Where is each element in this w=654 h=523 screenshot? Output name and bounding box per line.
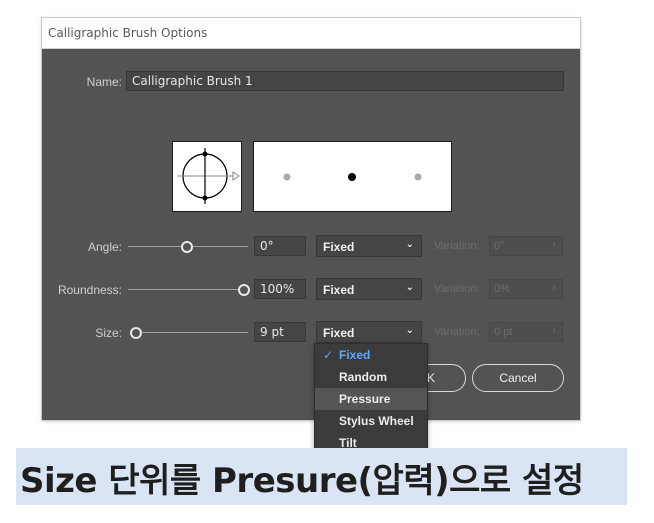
size-slider-track[interactable] [138,332,248,333]
roundness-input[interactable] [254,279,306,299]
size-mode-select[interactable]: Fixed ⌄ [316,321,422,343]
roundness-mode-select[interactable]: Fixed ⌄ [316,278,422,300]
chevron-down-icon: ⌄ [405,325,414,336]
checkmark-icon: ✓ [323,348,334,362]
angle-slider-knob[interactable] [181,241,193,253]
chevron-right-icon: › [552,282,556,294]
brush-variation-preview [253,141,452,212]
angle-label: Angle: [87,240,122,254]
dialog-title: Calligraphic Brush Options [48,26,208,40]
roundness-variation-field: 0% › [489,279,563,299]
dropdown-option-pressure[interactable]: Pressure [315,388,427,410]
roundness-variation-label: Variation: [434,283,480,295]
dropdown-option-random[interactable]: Random [315,366,427,388]
size-label: Size: [95,326,122,340]
size-mode-value: Fixed [323,326,355,340]
angle-mode-select[interactable]: Fixed ⌄ [316,235,422,257]
angle-mode-value: Fixed [323,240,355,254]
chevron-down-icon: ⌄ [405,282,414,293]
size-mode-dropdown[interactable]: ✓ Fixed Random Pressure Stylus Wheel Til… [314,343,428,455]
caption-banner: Size 단위를 Presure(압력)으로 설정 [16,448,627,505]
calligraphic-brush-dialog: Calligraphic Brush Options Name: Angle: … [42,18,580,420]
roundness-slider-track[interactable] [128,289,240,290]
size-variation-label: Variation: [434,326,480,338]
roundness-slider-knob[interactable] [238,284,250,296]
dropdown-option-stylus-wheel[interactable]: Stylus Wheel [315,410,427,432]
brush-name-input[interactable] [126,71,564,91]
chevron-down-icon: ⌄ [405,239,414,250]
angle-input[interactable] [254,236,306,256]
size-input[interactable] [254,322,306,342]
brush-shape-icon [177,148,240,204]
current-size-dot [348,173,356,181]
angle-variation-label: Variation: [434,240,480,252]
angle-roundness-preview[interactable] [172,141,242,212]
max-size-dot [414,173,422,181]
min-size-dot [283,173,291,181]
size-variation-field: 0 pt › [489,322,563,342]
dropdown-option-fixed[interactable]: ✓ Fixed [315,344,427,366]
cancel-button[interactable]: Cancel [472,364,564,392]
size-slider-knob[interactable] [130,327,142,339]
angle-variation-field: 0° › [489,236,563,256]
roundness-label: Roundness: [57,283,122,297]
caption-text: Size 단위를 Presure(압력)으로 설정 [20,461,584,501]
chevron-right-icon: › [552,325,556,337]
dialog-titlebar[interactable]: Calligraphic Brush Options [42,18,580,49]
chevron-right-icon: › [552,239,556,251]
name-label: Name: [86,75,122,89]
roundness-mode-value: Fixed [323,283,355,297]
